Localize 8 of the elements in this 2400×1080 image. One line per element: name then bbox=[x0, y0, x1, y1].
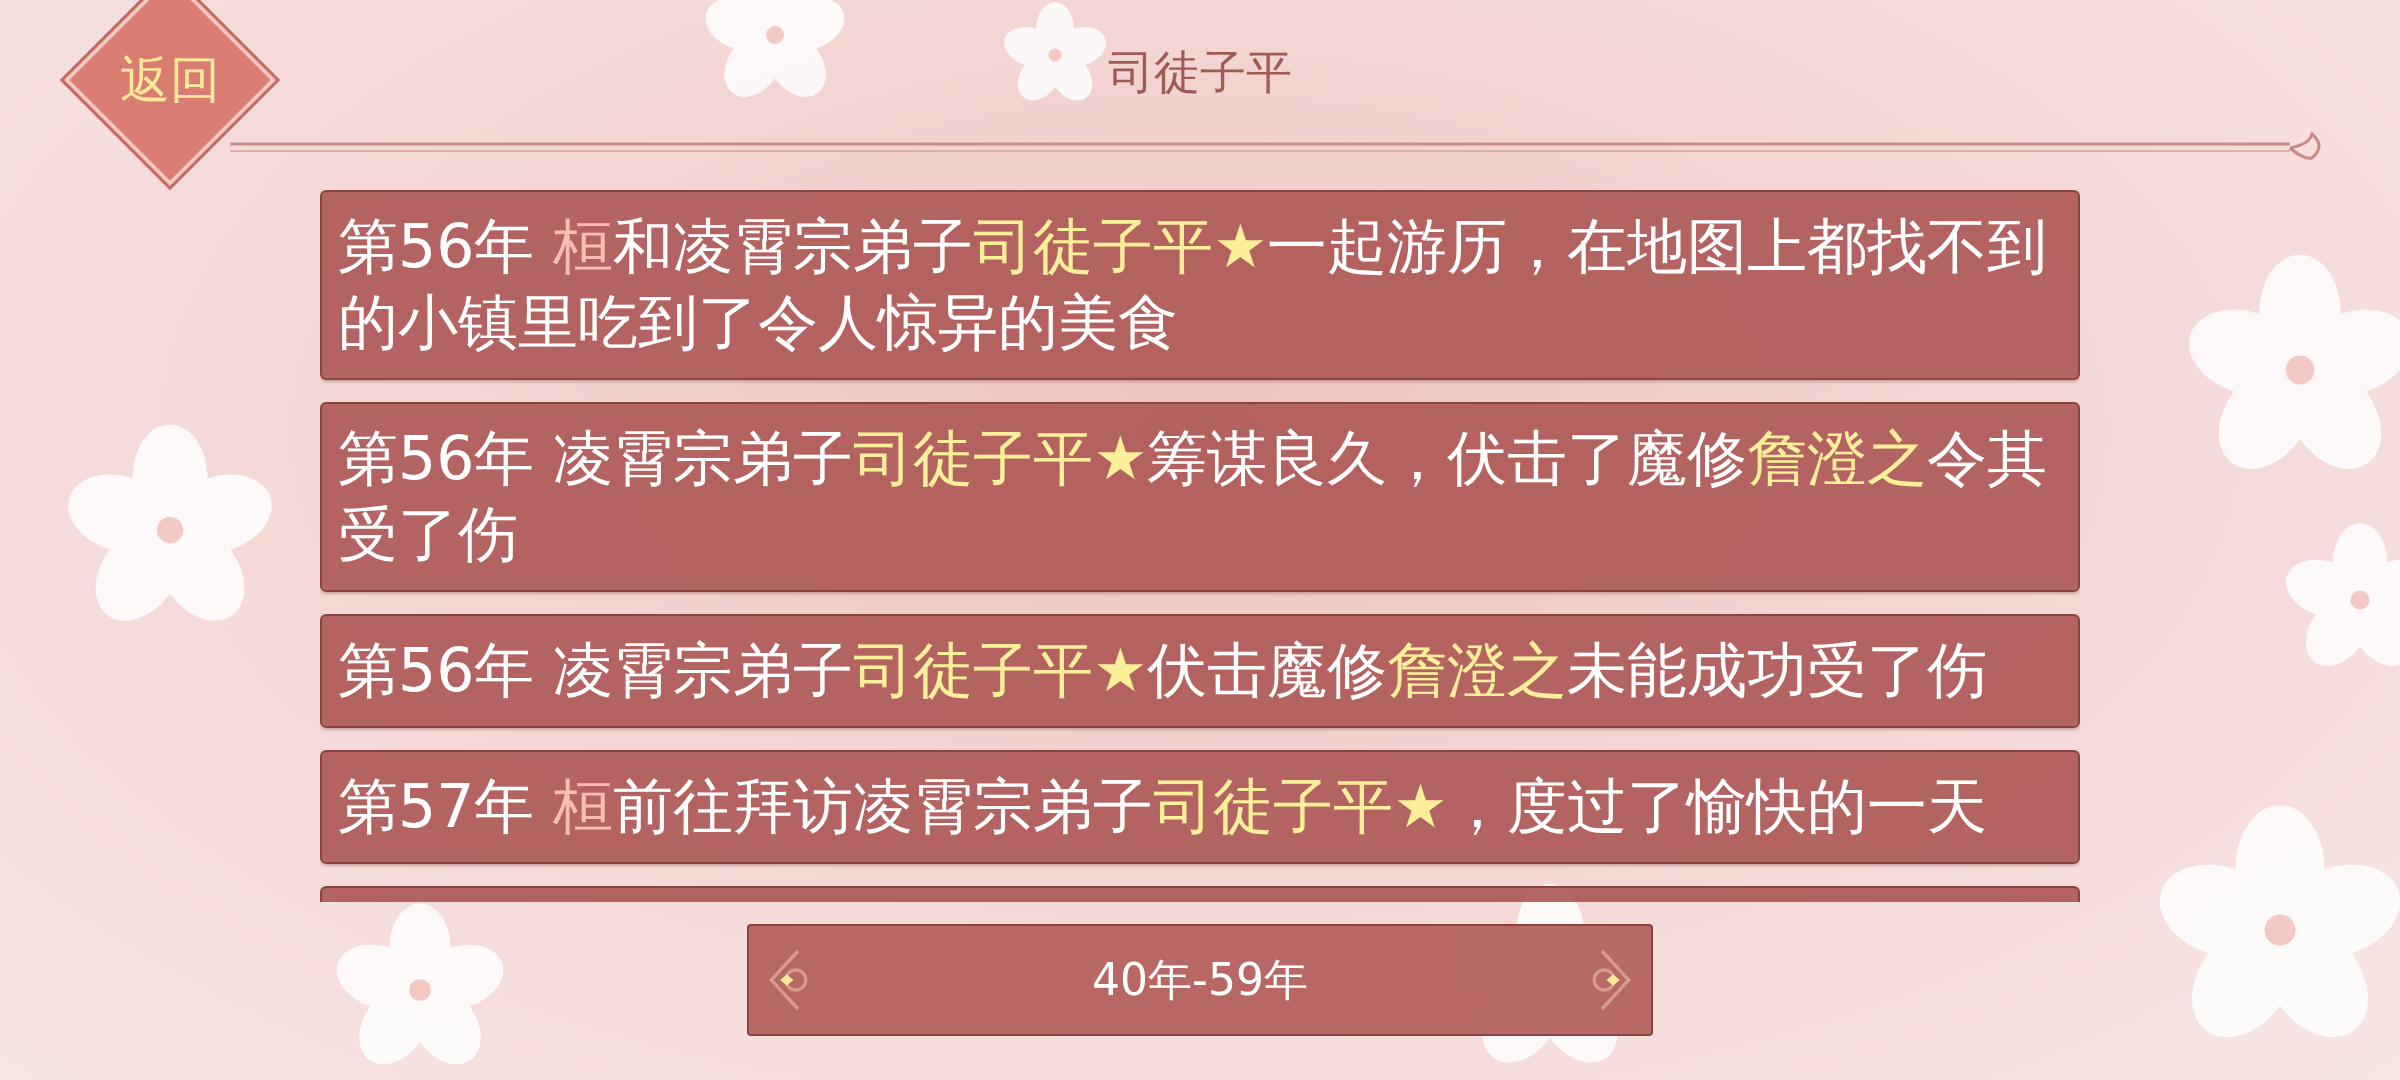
period-selector[interactable]: 40年-59年 bbox=[747, 924, 1653, 1036]
period-label: 40年-59年 bbox=[1092, 952, 1308, 1007]
page-title: 司徒子平 bbox=[1108, 44, 1292, 101]
event-text: 第56年 凌霄宗弟子司徒子平★筹谋良久，伏击了魔修詹澄之令其受了伤 bbox=[338, 422, 2049, 571]
back-button[interactable]: 返回 bbox=[63, 0, 277, 187]
event-text: 第56年 凌霄宗弟子司徒子平★伏击魔修詹澄之未能成功受了伤 bbox=[338, 634, 1989, 707]
event-text: 第56年 桓和凌霄宗弟子司徒子平★一起游历，在地图上都找不到的小镇里吃到了令人惊异的美食 bbox=[338, 210, 2049, 359]
event-text: 第57年 桓前往拜访凌霄宗弟子司徒子平★，度过了愉快的一天 bbox=[338, 770, 1989, 843]
